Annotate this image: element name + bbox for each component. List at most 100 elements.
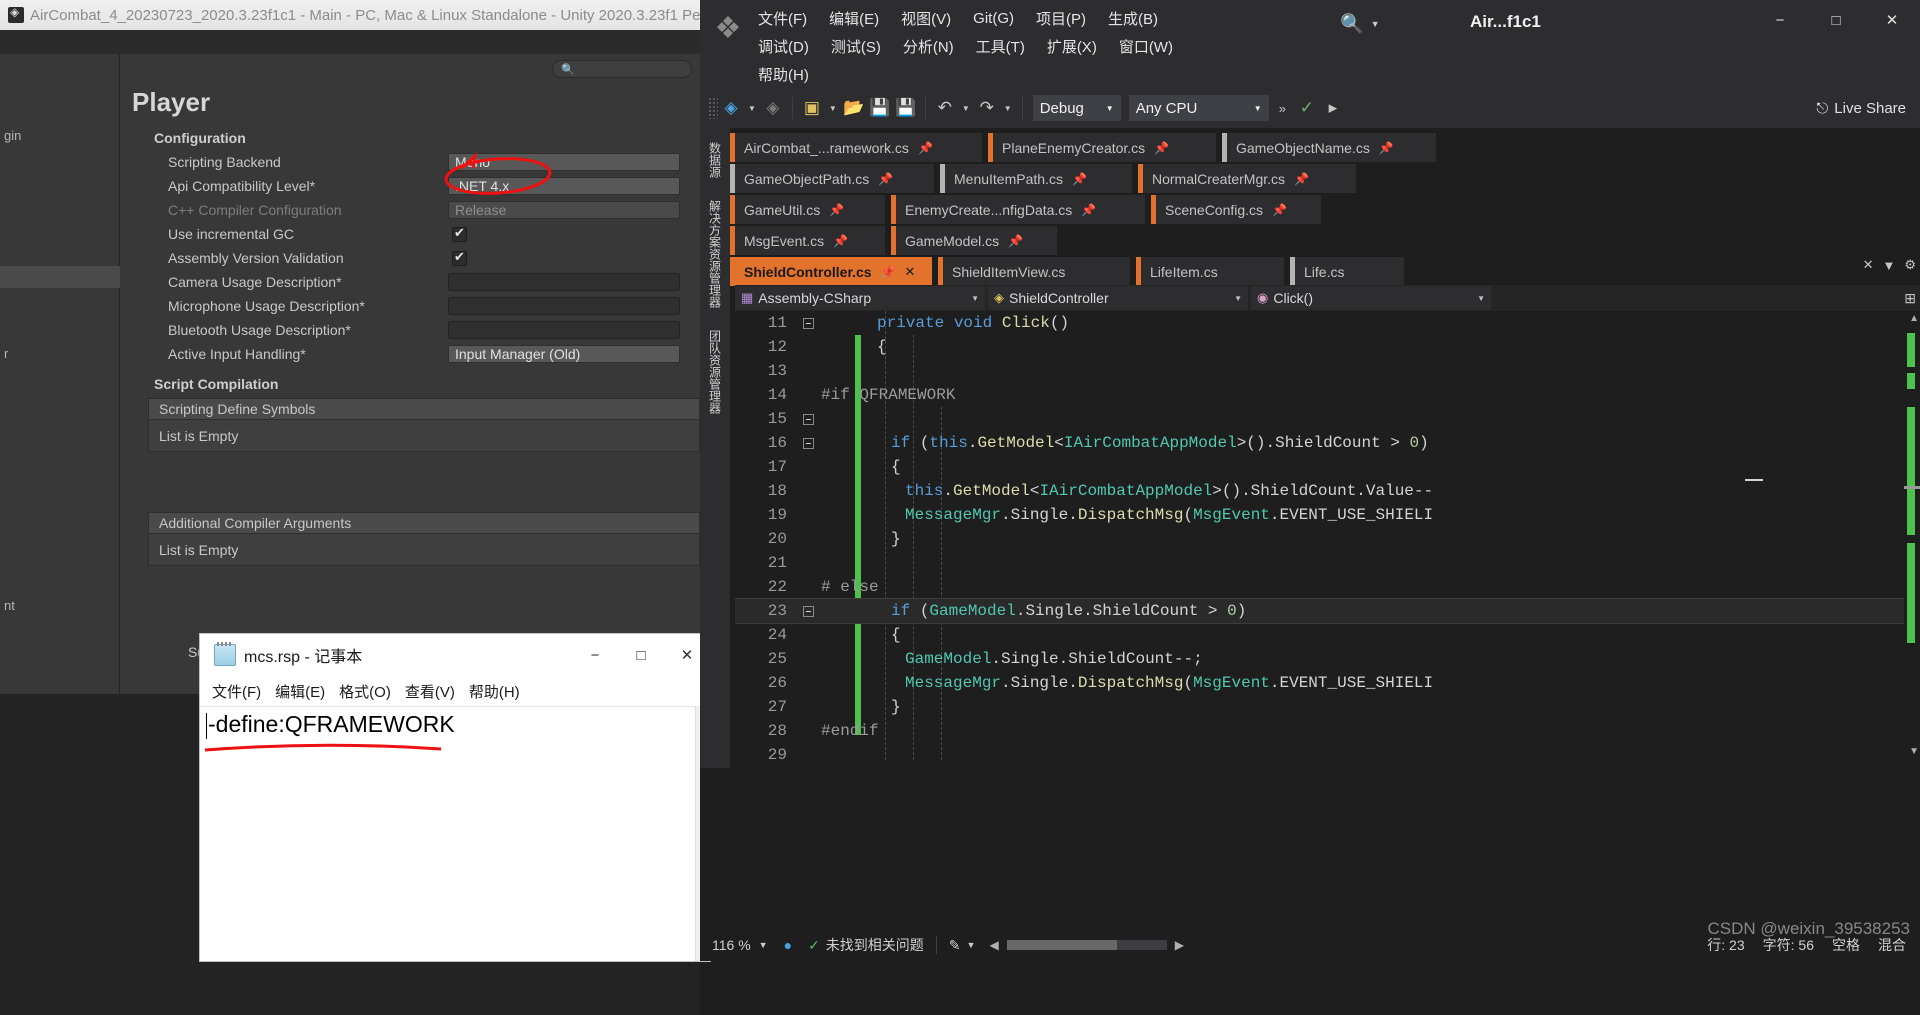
additional-compiler-arguments-header[interactable]: Additional Compiler Arguments (148, 512, 700, 534)
side-tab-data-sources[interactable]: 数据源 (707, 134, 724, 186)
chevron-down-icon[interactable]: ▼ (967, 940, 976, 950)
field-scripting-backend[interactable]: Scripting Backend Mono (148, 150, 700, 174)
code-line[interactable]: 13 (735, 359, 1920, 383)
code-line[interactable]: 11 private void Click() (735, 311, 1920, 335)
menu-item-project[interactable]: 项目(P) (1036, 8, 1086, 29)
tab-lifeitem[interactable]: LifeItem.cs (1136, 257, 1284, 286)
code-line[interactable]: 26 MessageMgr.Single.DispatchMsg(MsgEvent… (735, 671, 1920, 695)
navigate-forward-icon[interactable]: ◈ (760, 95, 786, 121)
field-api-compatibility-level[interactable]: Api Compatibility Level* .NET 4.x (148, 174, 700, 198)
field-microphone-usage-description[interactable]: Microphone Usage Description* (148, 294, 700, 318)
menu-item-extensions[interactable]: 扩展(X) (1047, 36, 1097, 57)
menu-item-view[interactable]: 视图(V) (901, 8, 951, 29)
tab-normalcreatermgr[interactable]: NormalCreaterMgr.cs 📌 (1138, 164, 1356, 193)
checkbox[interactable] (452, 225, 467, 242)
pin-icon[interactable]: 📌 (1072, 172, 1087, 186)
scroll-left-icon[interactable]: ◀ (989, 938, 998, 952)
minimize-button[interactable]: − (1752, 0, 1808, 40)
tab-sceneconfig[interactable]: SceneConfig.cs 📌 (1151, 195, 1321, 224)
menu-item-tools[interactable]: 工具(T) (976, 36, 1025, 57)
unity-search-input[interactable]: 🔍 (552, 60, 692, 78)
checkbox[interactable] (452, 249, 467, 266)
menu-item-window[interactable]: 窗口(W) (1119, 36, 1173, 57)
breadcrumb-class[interactable]: ◈ ShieldController ▼ (988, 286, 1248, 310)
pin-icon[interactable]: 📌 (1272, 203, 1287, 217)
code-line[interactable]: 14 #if QFRAMEWORK (735, 383, 1920, 407)
code-line[interactable]: 18 this.GetModel<IAirCombatAppModel>().Sh… (735, 479, 1920, 503)
text-input[interactable] (448, 273, 680, 291)
unity-left-selected-row[interactable] (0, 266, 120, 288)
code-fold-icon[interactable] (795, 437, 821, 449)
build-configuration-dropdown[interactable]: Debug ▼ (1032, 95, 1121, 121)
scripting-define-symbols-header[interactable]: Scripting Define Symbols (148, 398, 700, 420)
field-use-incremental-gc[interactable]: Use incremental GC (148, 222, 700, 246)
redo-icon[interactable]: ↷ (974, 95, 1000, 121)
overflow-chevron-icon[interactable]: » (1279, 101, 1286, 116)
field-camera-usage-description[interactable]: Camera Usage Description* (148, 270, 700, 294)
menu-item-build[interactable]: 生成(B) (1108, 8, 1158, 29)
pointer-icon[interactable]: ▸ (1320, 95, 1346, 121)
tab-gameutil[interactable]: GameUtil.cs 📌 (730, 195, 885, 224)
gear-icon[interactable]: ⚙ (1904, 257, 1916, 273)
code-line[interactable]: 23 if (GameModel.Single.ShieldCount > 0) (735, 598, 1920, 624)
menu-item-analyze[interactable]: 分析(N) (903, 36, 954, 57)
tab-enemycreate-configdata[interactable]: EnemyCreate...nfigData.cs 📌 (891, 195, 1145, 224)
unity-left-row[interactable]: nt (0, 594, 120, 616)
tab-planeenemycreator[interactable]: PlaneEnemyCreator.cs 📌 (988, 133, 1216, 162)
scrollbar-thumb[interactable] (1904, 486, 1920, 489)
code-line[interactable]: 17 { (735, 455, 1920, 479)
pin-icon[interactable]: 📌 (1154, 141, 1169, 155)
spell-check-icon[interactable]: ✓ (1294, 95, 1320, 121)
code-fold-icon[interactable] (795, 413, 821, 425)
pin-icon[interactable]: 📌 (1379, 141, 1394, 155)
chevron-down-icon[interactable]: ▼ (829, 104, 837, 113)
chevron-down-icon[interactable]: ▼ (962, 104, 970, 113)
chevron-down-icon[interactable]: ▼ (1004, 104, 1012, 113)
menu-item-help[interactable]: 帮助(H) (758, 64, 809, 85)
code-fold-icon[interactable] (795, 605, 821, 617)
code-fold-icon[interactable] (795, 317, 821, 329)
close-icon[interactable]: ✕ (1863, 257, 1874, 273)
new-item-icon[interactable]: ▣ (799, 95, 825, 121)
minimize-button[interactable]: − (572, 634, 618, 676)
tab-shielditemview[interactable]: ShieldItemView.cs (938, 257, 1130, 286)
platform-dropdown[interactable]: Any CPU ▼ (1128, 95, 1269, 121)
tab-gamemodel[interactable]: GameModel.cs 📌 (891, 226, 1057, 255)
zoom-level[interactable]: 116 % (712, 937, 751, 953)
editor-scrollbar-map[interactable] (1904, 311, 1920, 760)
scroll-right-icon[interactable]: ▶ (1175, 938, 1184, 952)
chevron-down-icon[interactable]: ▼ (759, 940, 768, 950)
menu-item-git[interactable]: Git(G) (973, 10, 1014, 27)
vs-search-button[interactable]: 🔍 ▼ (1340, 12, 1380, 36)
notepad-text-area[interactable]: -define:QFRAMEWORK (200, 706, 695, 961)
code-line[interactable]: 24 { (735, 623, 1920, 647)
field-value-dropdown[interactable]: Mono (448, 153, 680, 171)
field-value-dropdown[interactable]: Input Manager (Old) (448, 345, 680, 363)
breadcrumb-method[interactable]: ◉ Click() ▼ (1251, 286, 1491, 310)
scroll-up-icon[interactable]: ▲ (1909, 313, 1919, 324)
maximize-button[interactable]: □ (618, 634, 664, 676)
edit-icon[interactable]: ✎ (949, 937, 961, 954)
code-line[interactable]: 29 (735, 743, 1920, 760)
menu-item-file[interactable]: 文件(F) (758, 8, 807, 29)
split-editor-icon[interactable]: ⊞ (1904, 290, 1916, 307)
tab-list-icon[interactable]: ▼ (1882, 258, 1895, 273)
code-line[interactable]: 28 #endif (735, 719, 1920, 743)
code-line[interactable]: 20} (735, 527, 1920, 551)
menu-item-test[interactable]: 测试(S) (831, 36, 881, 57)
navigate-back-icon[interactable]: ◈ (718, 95, 744, 121)
pin-icon[interactable]: 📌 (1294, 172, 1309, 186)
tab-life[interactable]: Life.cs (1290, 257, 1404, 286)
code-line[interactable]: 15 (735, 407, 1920, 431)
field-value-dropdown[interactable]: .NET 4.x (448, 177, 680, 195)
text-input[interactable] (448, 297, 680, 315)
close-button[interactable]: ✕ (1864, 0, 1920, 40)
scrollbar-thumb[interactable] (1006, 940, 1117, 950)
unity-left-row[interactable]: gin (0, 124, 120, 146)
menu-item-debug[interactable]: 调试(D) (758, 36, 809, 57)
tab-gameobjectname[interactable]: GameObjectName.cs 📌 (1222, 133, 1436, 162)
open-folder-icon[interactable]: 📂 (841, 95, 867, 121)
code-line[interactable]: 12 { (735, 335, 1920, 359)
tab-shieldcontroller[interactable]: ShieldController.cs 📌 ✕ (730, 257, 932, 286)
maximize-button[interactable]: □ (1808, 0, 1864, 40)
